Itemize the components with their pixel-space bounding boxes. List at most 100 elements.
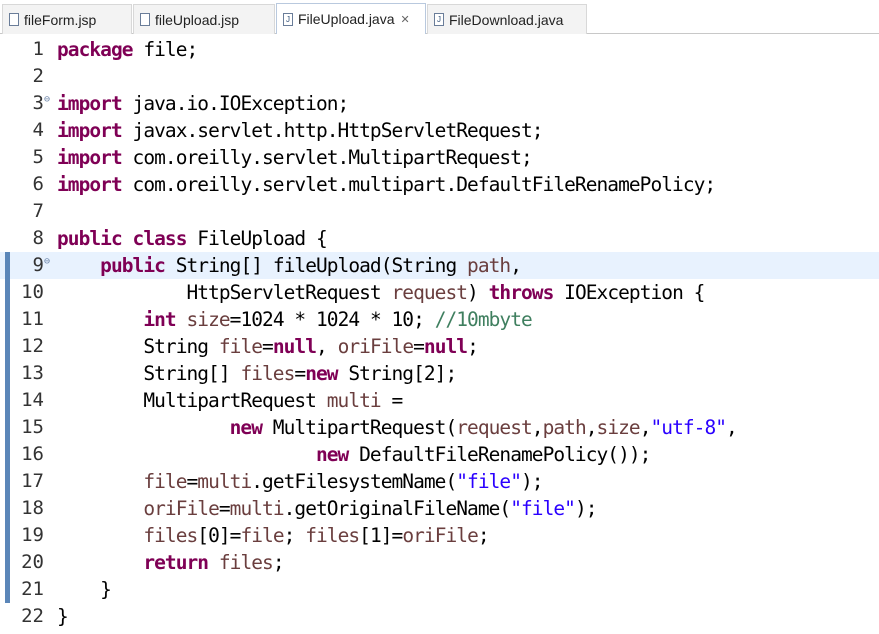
- code-token: HttpServletRequest: [57, 281, 392, 304]
- code-token: ): [467, 281, 489, 304]
- code-token: =: [294, 362, 306, 385]
- java-file-icon: J: [283, 12, 293, 26]
- code-text: oriFile=multi.getOriginalFileName("file"…: [57, 495, 597, 522]
- line-number: 15: [21, 416, 44, 438]
- line-number: 2: [32, 65, 44, 87]
- line-number: 21: [21, 578, 44, 600]
- code-line[interactable]: 14 MultipartRequest multi =: [0, 387, 879, 414]
- code-line[interactable]: 8 public class FileUpload {: [0, 225, 879, 252]
- code-line[interactable]: 9 ⊖ public String[] fileUpload(String pat…: [0, 252, 879, 279]
- line-number: 18: [21, 497, 44, 519]
- code-token: java.io.IOException;: [121, 92, 350, 115]
- code-token: ;: [272, 551, 285, 574]
- line-number: 4: [32, 119, 44, 141]
- code-token: );: [521, 470, 544, 493]
- keyword-token: new: [315, 443, 349, 466]
- code-text: String file=null, oriFile=null;: [57, 333, 479, 360]
- code-text: }: [57, 576, 112, 603]
- code-token: ;: [283, 524, 306, 547]
- fold-toggle-icon[interactable]: ⊖: [44, 90, 50, 110]
- code-text: String[] files=new String[2];: [57, 360, 457, 387]
- jsp-file-icon: [9, 13, 19, 26]
- code-line[interactable]: 7: [0, 198, 879, 225]
- fold-toggle-icon[interactable]: ⊖: [44, 252, 50, 272]
- code-line[interactable]: 12 String file=null, oriFile=null;: [0, 333, 879, 360]
- code-token: =: [380, 389, 403, 412]
- quick-diff-ruler-mark: [5, 468, 10, 495]
- variable-token: files: [143, 524, 198, 547]
- keyword-token: null: [272, 335, 317, 358]
- code-line[interactable]: 4 import javax.servlet.http.HttpServletRe…: [0, 117, 879, 144]
- code-token: IOException {: [553, 281, 705, 304]
- tab-label: fileForm.jsp: [24, 11, 97, 28]
- code-line[interactable]: 13 String[] files=new String[2];: [0, 360, 879, 387]
- string-token: "file": [456, 470, 522, 493]
- code-line[interactable]: 6 import com.oreilly.servlet.multipart.De…: [0, 171, 879, 198]
- variable-token: multi: [229, 497, 285, 520]
- code-token: }: [57, 605, 69, 628]
- code-token: .getOriginalFileName(: [283, 497, 512, 520]
- java-file-icon: J: [434, 13, 444, 26]
- string-token: "file": [510, 497, 576, 520]
- jsp-file-icon: [140, 13, 150, 26]
- tab-filedownload-java[interactable]: J FileDownload.java: [427, 4, 587, 34]
- code-text: HttpServletRequest request) throws IOExc…: [57, 279, 705, 306]
- code-line[interactable]: 5 import com.oreilly.servlet.MultipartReq…: [0, 144, 879, 171]
- code-line[interactable]: 17 file=multi.getFilesystemName("file");: [0, 468, 879, 495]
- code-token: ,: [316, 335, 338, 358]
- code-line[interactable]: 1 package file;: [0, 36, 879, 63]
- code-line[interactable]: 20 return files;: [0, 549, 879, 576]
- keyword-token: package: [57, 38, 133, 61]
- variable-token: size: [596, 416, 641, 439]
- variable-token: files: [218, 551, 274, 574]
- code-editor[interactable]: 1 package file; 2 3 ⊖ import java.io.IOExcept…: [0, 34, 879, 634]
- code-text: import com.oreilly.servlet.MultipartRequ…: [57, 144, 533, 171]
- line-number: 9: [32, 254, 44, 276]
- quick-diff-ruler-mark: [5, 306, 10, 333]
- code-text: new DefaultFileRenamePolicy());: [57, 441, 651, 468]
- code-token: [1]=: [359, 524, 403, 547]
- code-line[interactable]: 18 oriFile=multi.getOriginalFileName("fi…: [0, 495, 879, 522]
- code-token: com.oreilly.servlet.multipart.DefaultFil…: [121, 173, 717, 196]
- line-number: 3: [32, 92, 44, 114]
- code-text: public class FileUpload {: [57, 225, 328, 252]
- code-line[interactable]: 10 HttpServletRequest request) throws IO…: [0, 279, 879, 306]
- variable-token: file: [143, 470, 187, 493]
- code-token: DefaultFileRenamePolicy());: [348, 443, 651, 466]
- quick-diff-ruler-mark: [5, 576, 10, 603]
- line-number: 1: [32, 38, 44, 60]
- tab-fileupload-java[interactable]: J FileUpload.java ✕: [276, 3, 426, 34]
- code-token: ,: [510, 254, 522, 277]
- tab-fileform-jsp[interactable]: fileForm.jsp: [2, 4, 132, 34]
- quick-diff-ruler-mark: [5, 549, 10, 576]
- quick-diff-ruler-mark: [5, 495, 10, 522]
- variable-token: multi: [197, 470, 252, 493]
- code-line[interactable]: 3 ⊖ import java.io.IOException;: [0, 90, 879, 117]
- code-text: file=multi.getFilesystemName("file");: [57, 468, 543, 495]
- code-line[interactable]: 15 new MultipartRequest(request,path,siz…: [0, 414, 879, 441]
- code-line[interactable]: 2: [0, 63, 879, 90]
- code-token: .getFilesystemName(: [251, 470, 457, 493]
- variable-token: path: [467, 254, 511, 277]
- code-token: =1024 * 1024 * 10;: [229, 308, 435, 331]
- code-token: MultipartRequest: [57, 389, 327, 412]
- variable-token: file: [218, 335, 263, 358]
- code-text: import java.io.IOException;: [57, 90, 350, 117]
- line-number: 17: [21, 470, 44, 492]
- comment-token: //10mbyte: [434, 308, 533, 331]
- code-line[interactable]: 19 files[0]=file; files[1]=oriFile;: [0, 522, 879, 549]
- code-token: =: [262, 335, 274, 358]
- code-text: int size=1024 * 1024 * 10; //10mbyte: [57, 306, 532, 333]
- tab-fileupload-jsp[interactable]: fileUpload.jsp: [133, 4, 275, 34]
- code-line[interactable]: 11 int size=1024 * 1024 * 10; //10mbyte: [0, 306, 879, 333]
- code-token: );: [574, 497, 598, 520]
- code-token: com.oreilly.servlet.MultipartRequest;: [121, 146, 533, 169]
- close-icon[interactable]: ✕: [401, 13, 410, 26]
- code-line[interactable]: 21 }: [0, 576, 879, 603]
- code-line[interactable]: 16 new DefaultFileRenamePolicy());: [0, 441, 879, 468]
- code-line[interactable]: 22}: [0, 603, 879, 630]
